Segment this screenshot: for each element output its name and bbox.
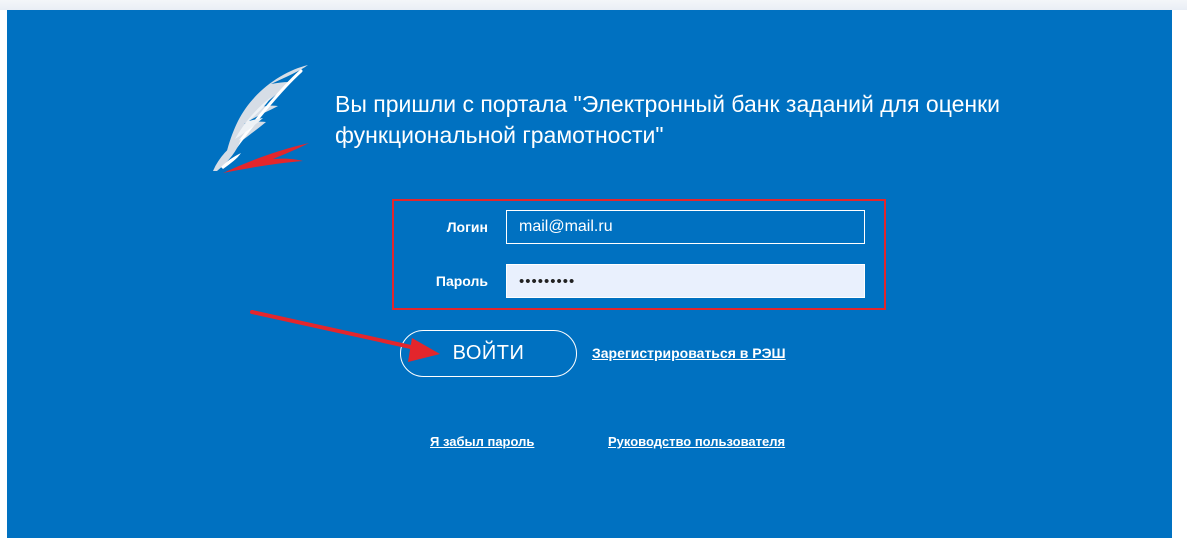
red-arrow-icon <box>250 310 440 362</box>
login-label: Логин <box>446 219 488 235</box>
password-input[interactable] <box>506 264 865 298</box>
password-label: Пароль <box>435 273 488 289</box>
register-link[interactable]: Зарегистрироваться в РЭШ <box>592 345 786 361</box>
user-guide-link[interactable]: Руководство пользователя <box>608 434 785 449</box>
forgot-password-link[interactable]: Я забыл пароль <box>430 434 534 449</box>
quill-pen-logo-icon <box>213 65 309 173</box>
top-strip <box>0 0 1187 10</box>
portal-heading: Вы пришли с портала "Электронный банк за… <box>335 91 1001 148</box>
login-input[interactable] <box>506 210 865 244</box>
